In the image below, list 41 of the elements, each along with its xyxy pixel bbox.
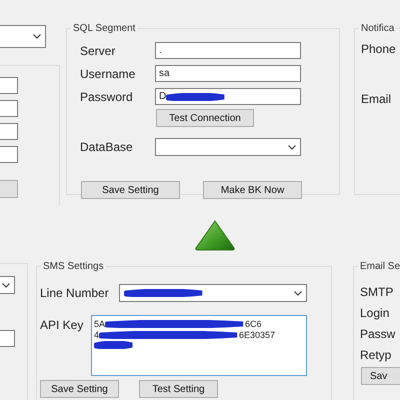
text-fragment: 5A [94,319,106,329]
field-label: Line Number [40,286,110,300]
text-fragment: 6E30357 [239,330,276,340]
input-field[interactable]: . [155,42,301,59]
group-title: Email Se [359,261,400,272]
field-label: Username [80,66,136,80]
field-value: D [159,91,166,102]
dropdown-caret-icon [288,144,296,150]
field-label: API Key [40,318,84,332]
input-field[interactable]: sa [155,65,301,82]
field-label: Password [80,90,134,104]
field-value: sa [159,68,170,79]
dropdown-caret-icon [294,290,302,296]
field-label: Server [80,44,116,58]
field-label: Phone [361,42,397,56]
dropdown-caret-icon [2,282,10,288]
text-fragment: 6C6 [245,319,262,329]
field-label: DataBase [80,140,134,154]
dropdown[interactable] [155,138,301,156]
test-connection-button[interactable]: Test Connection [156,109,254,127]
group-title: Notifica [360,23,396,34]
field-value: . [159,45,162,56]
field-label: Passw [360,327,396,341]
group-title: SQL Segment [72,23,136,34]
text-area[interactable]: 5A 6C6 4 6E30357 [91,315,307,376]
action-button[interactable]: Make BK Now [203,181,302,199]
text-fragment: 4 [94,330,100,340]
action-button[interactable]: Save Setting [40,380,119,398]
dropdown[interactable] [119,284,307,302]
action-button[interactable]: Sav [361,367,400,385]
action-button[interactable]: Save Setting [81,181,180,199]
input-field[interactable]: D [155,88,301,105]
field-label: SMTP [360,285,394,299]
dropdown-caret-icon [33,34,41,39]
dropdown[interactable] [0,25,46,48]
field-label: Retyp [360,348,392,362]
field-label: Email [361,92,392,106]
field-label: Login [360,306,390,320]
triangle-icon [194,219,236,251]
group-title: SMS Settings [42,261,105,272]
action-button[interactable]: Test Setting [139,380,218,398]
